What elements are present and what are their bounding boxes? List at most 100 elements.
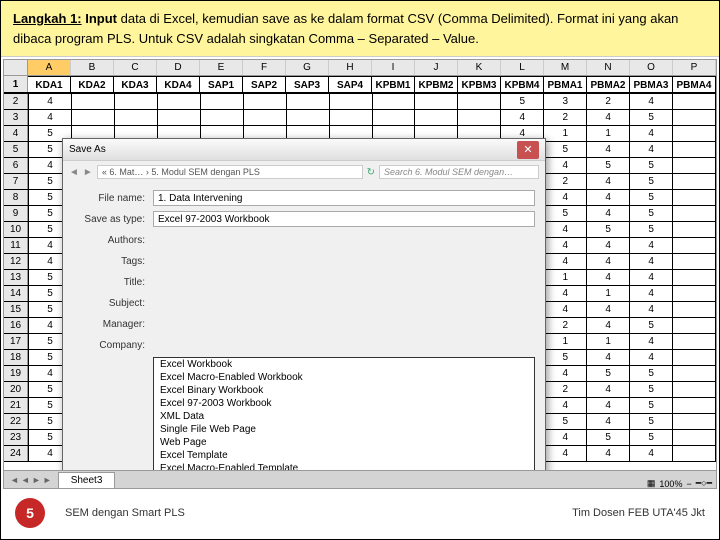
data-cell[interactable]: 2 <box>544 174 587 189</box>
data-cell[interactable]: 4 <box>630 94 673 109</box>
data-cell[interactable] <box>673 142 716 157</box>
data-cell[interactable] <box>458 94 501 109</box>
data-cell[interactable]: 4 <box>587 446 630 461</box>
data-cell[interactable]: 4 <box>630 270 673 285</box>
data-cell[interactable]: 4 <box>544 238 587 253</box>
data-cell[interactable] <box>673 238 716 253</box>
data-cell[interactable]: 5 <box>544 206 587 221</box>
data-cell[interactable] <box>673 270 716 285</box>
row-number[interactable]: 6 <box>4 158 28 173</box>
header-cell[interactable]: KDA4 <box>157 76 200 92</box>
data-cell[interactable]: 4 <box>587 206 630 221</box>
row-number[interactable]: 12 <box>4 254 28 269</box>
column-letter[interactable]: C <box>114 60 157 75</box>
data-cell[interactable] <box>373 94 416 109</box>
column-letter[interactable]: O <box>630 60 673 75</box>
data-cell[interactable] <box>673 206 716 221</box>
data-cell[interactable] <box>158 94 201 109</box>
data-cell[interactable] <box>72 94 115 109</box>
refresh-icon[interactable]: ↻ <box>367 167 375 178</box>
row-number[interactable]: 8 <box>4 190 28 205</box>
data-cell[interactable] <box>673 190 716 205</box>
select-all-corner[interactable] <box>4 60 28 75</box>
data-cell[interactable]: 5 <box>630 174 673 189</box>
data-cell[interactable] <box>673 174 716 189</box>
data-cell[interactable] <box>673 366 716 381</box>
data-cell[interactable]: 5 <box>587 158 630 173</box>
data-cell[interactable]: 4 <box>544 398 587 413</box>
data-cell[interactable]: 4 <box>630 350 673 365</box>
data-cell[interactable]: 4 <box>544 254 587 269</box>
dropdown-option[interactable]: Excel Binary Workbook <box>154 384 534 397</box>
data-cell[interactable] <box>244 94 287 109</box>
data-cell[interactable]: 5 <box>544 414 587 429</box>
filename-field[interactable]: 1. Data Intervening <box>153 190 535 206</box>
data-cell[interactable]: 1 <box>587 126 630 141</box>
dropdown-option[interactable]: Excel Macro-Enabled Workbook <box>154 371 534 384</box>
data-cell[interactable]: 5 <box>501 94 544 109</box>
data-cell[interactable]: 4 <box>587 318 630 333</box>
data-cell[interactable]: 4 <box>587 414 630 429</box>
data-cell[interactable]: 4 <box>544 302 587 317</box>
data-cell[interactable]: 4 <box>587 302 630 317</box>
data-cell[interactable] <box>673 94 716 109</box>
column-letter[interactable]: L <box>501 60 544 75</box>
data-cell[interactable]: 4 <box>630 286 673 301</box>
row-number[interactable]: 22 <box>4 414 28 429</box>
dropdown-option[interactable]: Text (Tab delimited) <box>154 488 534 489</box>
data-cell[interactable] <box>673 430 716 445</box>
column-letter[interactable]: B <box>71 60 114 75</box>
data-cell[interactable]: 4 <box>630 126 673 141</box>
data-cell[interactable] <box>201 94 244 109</box>
data-cell[interactable] <box>673 286 716 301</box>
header-cell[interactable]: KDA3 <box>114 76 157 92</box>
data-cell[interactable]: 4 <box>630 334 673 349</box>
data-cell[interactable] <box>673 350 716 365</box>
data-cell[interactable]: 3 <box>544 94 587 109</box>
row-number[interactable]: 1 <box>4 76 28 92</box>
data-cell[interactable]: 4 <box>587 350 630 365</box>
row-number[interactable]: 7 <box>4 174 28 189</box>
data-cell[interactable]: 4 <box>587 254 630 269</box>
data-cell[interactable] <box>330 110 373 125</box>
data-cell[interactable] <box>415 110 458 125</box>
close-icon[interactable]: ✕ <box>517 141 539 159</box>
data-cell[interactable]: 2 <box>544 110 587 125</box>
data-cell[interactable]: 2 <box>544 382 587 397</box>
data-cell[interactable]: 4 <box>28 94 72 109</box>
data-cell[interactable] <box>415 94 458 109</box>
row-number[interactable]: 24 <box>4 446 28 461</box>
sheet-tab[interactable]: Sheet3 <box>58 472 116 488</box>
data-cell[interactable] <box>673 334 716 349</box>
data-cell[interactable]: 5 <box>587 430 630 445</box>
data-cell[interactable] <box>673 414 716 429</box>
data-cell[interactable]: 4 <box>544 286 587 301</box>
data-cell[interactable]: 1 <box>587 286 630 301</box>
data-cell[interactable]: 4 <box>544 430 587 445</box>
data-cell[interactable]: 4 <box>587 190 630 205</box>
dropdown-option[interactable]: Single File Web Page <box>154 423 534 436</box>
data-cell[interactable] <box>373 110 416 125</box>
zoom-slider[interactable]: ━○━ <box>696 478 712 489</box>
zoom-level[interactable]: 100% <box>659 479 682 489</box>
data-cell[interactable]: 4 <box>587 238 630 253</box>
data-cell[interactable]: 2 <box>544 318 587 333</box>
row-number[interactable]: 5 <box>4 142 28 157</box>
row-number[interactable]: 13 <box>4 270 28 285</box>
row-number[interactable]: 9 <box>4 206 28 221</box>
column-letter[interactable]: E <box>200 60 243 75</box>
column-letter[interactable]: K <box>458 60 501 75</box>
dropdown-option[interactable]: Web Page <box>154 436 534 449</box>
column-letter[interactable]: J <box>415 60 458 75</box>
data-cell[interactable] <box>458 110 501 125</box>
data-cell[interactable] <box>287 94 330 109</box>
data-cell[interactable]: 4 <box>587 174 630 189</box>
data-cell[interactable] <box>673 302 716 317</box>
data-cell[interactable] <box>673 126 716 141</box>
data-cell[interactable]: 5 <box>630 398 673 413</box>
data-cell[interactable]: 5 <box>630 190 673 205</box>
column-letter[interactable]: P <box>673 60 716 75</box>
column-letter[interactable]: F <box>243 60 286 75</box>
header-cell[interactable]: SAP3 <box>286 76 329 92</box>
header-cell[interactable]: KPBM1 <box>372 76 415 92</box>
